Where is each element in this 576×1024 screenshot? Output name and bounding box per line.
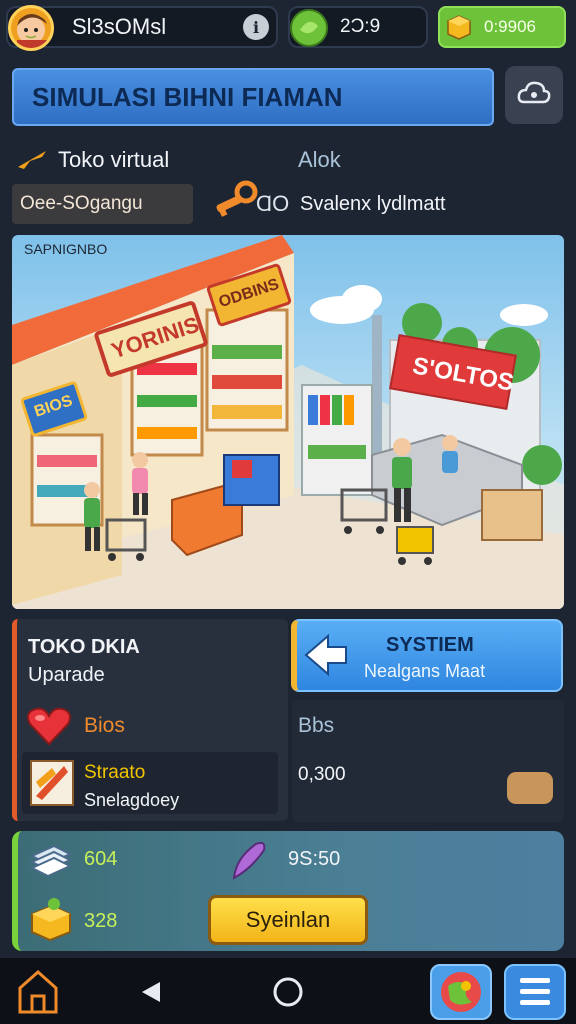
- upgrade-subtitle: Uparade: [28, 664, 105, 686]
- player-name: Sl3sOMsl: [72, 14, 167, 39]
- back-arrow-icon: [304, 633, 348, 681]
- action-button[interactable]: Syeinlan: [208, 895, 368, 945]
- right-label: Alok: [298, 147, 341, 172]
- right-value: Svalenx lydlmatt: [300, 193, 446, 215]
- shop-label: Toko virtual: [58, 147, 170, 172]
- avatar[interactable]: [8, 5, 54, 51]
- info-icon[interactable]: i: [243, 14, 269, 40]
- key-icon[interactable]: [212, 178, 260, 227]
- store-scene[interactable]: SAPNIGNBO YORINIS ODBINS BIOS S'OLTOS: [12, 235, 564, 609]
- home-icon[interactable]: [16, 966, 60, 1021]
- gold-box-icon: [28, 896, 74, 947]
- stat-1: 604: [84, 848, 118, 870]
- scene-corner-label: SAPNIGNBO: [24, 241, 108, 257]
- gems-value: 2Ɔ:9: [340, 16, 381, 37]
- system-title: SYSTIEM: [386, 634, 474, 656]
- system-subtitle: Nealgans Maat: [364, 661, 486, 681]
- leaf-gem-icon: [288, 8, 330, 53]
- heart-icon: [26, 706, 72, 751]
- gold-value: 0:9906: [484, 17, 536, 36]
- upgrade-title: TOKO DKIA: [28, 636, 140, 658]
- settings-button[interactable]: [505, 66, 563, 124]
- heart-label: Bios: [84, 714, 125, 737]
- shop-name-value: Oee-SOgangu: [20, 193, 143, 214]
- item-title: Straato: [84, 762, 146, 783]
- plane-icon: [16, 147, 48, 178]
- cloud-settings-icon: [516, 78, 552, 113]
- store-illustration: [12, 235, 564, 609]
- page-title: SIMULASI BIHNI FIAMAN: [32, 81, 343, 112]
- action-button-label: Syeinlan: [245, 907, 331, 932]
- stat-2: 328: [84, 910, 118, 932]
- gold-cube-icon: [446, 14, 472, 45]
- title-banner: SIMULASI BIHNI FIAMAN: [12, 68, 494, 126]
- cash-stack-icon: [28, 840, 73, 883]
- item-subtitle: Snelagdoey: [84, 790, 180, 810]
- map-icon[interactable]: [430, 964, 492, 1020]
- side-info-value: 0,300: [298, 764, 346, 785]
- home-circle-icon[interactable]: [272, 976, 304, 1013]
- stat-3: 9S:50: [288, 848, 341, 870]
- side-info-toggle[interactable]: [507, 772, 553, 804]
- shop-name-field[interactable]: Oee-SOgangu: [12, 184, 193, 224]
- side-info-label: Bbs: [298, 714, 335, 737]
- feather-icon: [226, 838, 272, 889]
- back-triangle-icon[interactable]: [140, 980, 162, 1009]
- key-count: ⱭO: [256, 191, 290, 216]
- item-card-icon: [30, 760, 74, 811]
- menu-icon[interactable]: [504, 964, 566, 1020]
